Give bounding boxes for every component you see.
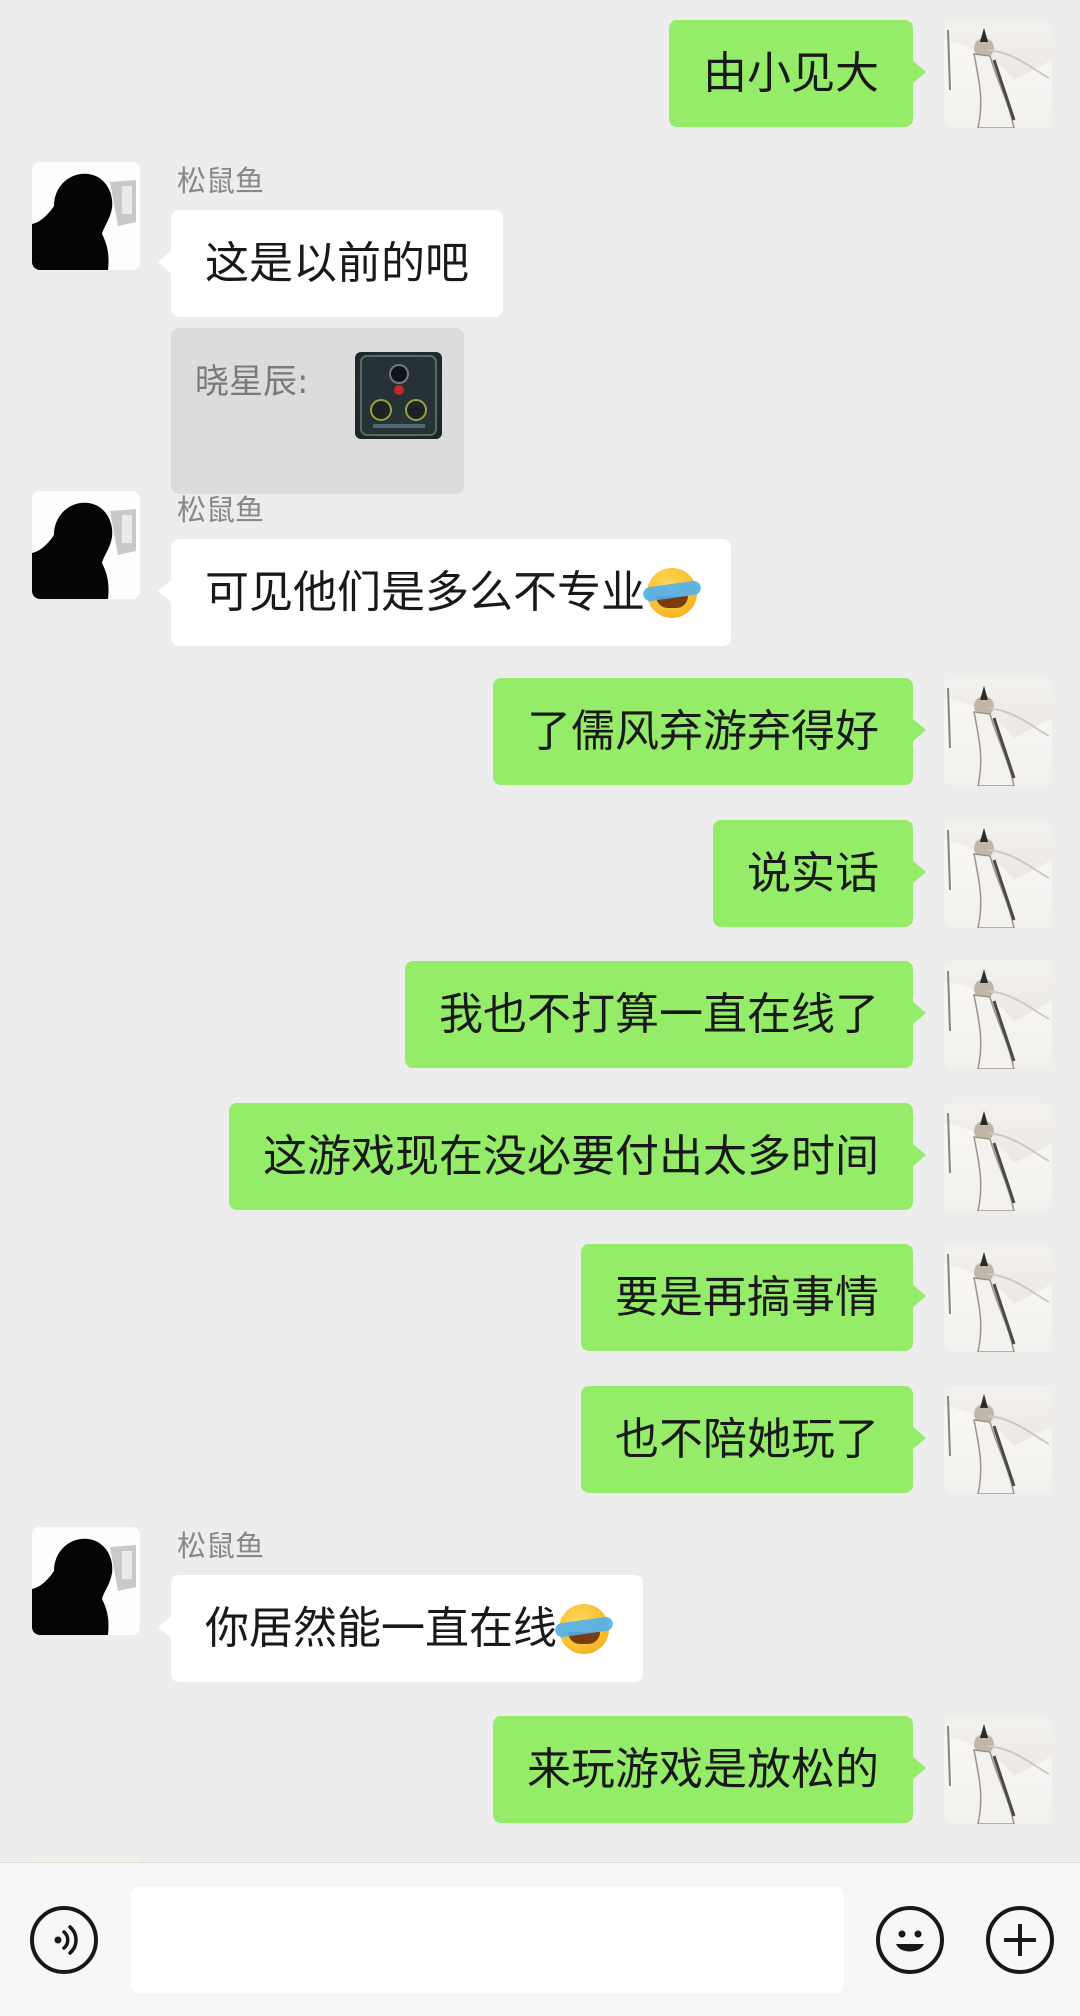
- my-avatar[interactable]: [944, 1244, 1052, 1352]
- character-avatar-icon: [944, 828, 1052, 928]
- contact-avatar[interactable]: [32, 162, 140, 270]
- add-button[interactable]: [986, 1906, 1054, 1974]
- message-bubble[interactable]: 说实话: [713, 820, 926, 927]
- message-text: 我也不打算一直在线了: [439, 988, 879, 1040]
- character-avatar-icon: [944, 1724, 1052, 1824]
- my-avatar[interactable]: [944, 961, 1052, 1069]
- character-avatar-icon: [944, 28, 1052, 128]
- image-thumbnail-icon[interactable]: [355, 352, 442, 439]
- voice-icon: [54, 1925, 78, 1955]
- sender-name: 松鼠鱼: [177, 493, 265, 527]
- character-avatar-icon: [944, 1252, 1052, 1352]
- voice-button[interactable]: [30, 1906, 98, 1974]
- message-text: 这是以前的吧: [205, 237, 469, 289]
- message-text: 你居然能一直在线: [205, 1602, 557, 1654]
- character-avatar-icon: [944, 1394, 1052, 1494]
- face-with-tears-emoji-icon: [647, 567, 697, 618]
- sender-name: 松鼠鱼: [177, 1529, 265, 1563]
- plus-icon: [1004, 1924, 1036, 1956]
- face-with-tears-emoji-icon: [559, 1603, 609, 1654]
- message-bubble[interactable]: 我也不打算一直在线了: [405, 961, 926, 1068]
- silhouette-avatar-icon: [32, 491, 140, 599]
- smiley-icon: [896, 1930, 924, 1952]
- silhouette-avatar-icon: [32, 162, 140, 270]
- message-text: 了儒风弃游弃得好: [527, 705, 879, 757]
- my-avatar[interactable]: [944, 1103, 1052, 1211]
- quote-label: 晓星辰:: [195, 362, 309, 402]
- message-text: 也不陪她玩了: [615, 1413, 879, 1465]
- character-avatar-icon: [944, 969, 1052, 1069]
- message-text: 由小见大: [703, 47, 879, 99]
- message-bubble[interactable]: 来玩游戏是放松的: [493, 1716, 926, 1823]
- message-bubble[interactable]: 由小见大: [669, 20, 926, 127]
- message-text: 要是再搞事情: [615, 1271, 879, 1323]
- message-bubble[interactable]: 这是以前的吧: [158, 210, 503, 317]
- input-bar: [0, 1862, 1080, 2016]
- message-text: 这游戏现在没必要付出太多时间: [263, 1130, 879, 1182]
- message-text: 可见他们是多么不专业: [205, 566, 645, 618]
- my-avatar[interactable]: [944, 1716, 1052, 1824]
- message-bubble[interactable]: 可见他们是多么不专业: [158, 539, 731, 646]
- message-bubble[interactable]: 了儒风弃游弃得好: [493, 678, 926, 785]
- character-avatar-icon: [944, 686, 1052, 786]
- sender-name: 松鼠鱼: [177, 164, 265, 198]
- my-avatar[interactable]: [944, 20, 1052, 128]
- message-text: 来玩游戏是放松的: [527, 1743, 879, 1795]
- message-bubble[interactable]: 要是再搞事情: [581, 1244, 926, 1351]
- message-bubble[interactable]: 这游戏现在没必要付出太多时间: [229, 1103, 926, 1210]
- my-avatar[interactable]: [944, 678, 1052, 786]
- chat-area[interactable]: 由小见大 松鼠鱼 这是以前的吧 晓星辰: 松鼠鱼 可见他们是多么不专业 了儒风弃…: [0, 0, 1080, 1862]
- message-bubble[interactable]: 你居然能一直在线: [158, 1575, 643, 1682]
- quoted-message[interactable]: 晓星辰:: [171, 328, 464, 494]
- contact-avatar[interactable]: [32, 491, 140, 599]
- message-bubble[interactable]: 也不陪她玩了: [581, 1386, 926, 1493]
- message-input[interactable]: [131, 1887, 844, 1993]
- emoji-button[interactable]: [876, 1906, 944, 1974]
- my-avatar[interactable]: [944, 820, 1052, 928]
- contact-avatar[interactable]: [32, 1527, 140, 1635]
- message-text: 说实话: [747, 847, 879, 899]
- silhouette-avatar-icon: [32, 1527, 140, 1635]
- character-avatar-icon: [944, 1111, 1052, 1211]
- my-avatar[interactable]: [944, 1386, 1052, 1494]
